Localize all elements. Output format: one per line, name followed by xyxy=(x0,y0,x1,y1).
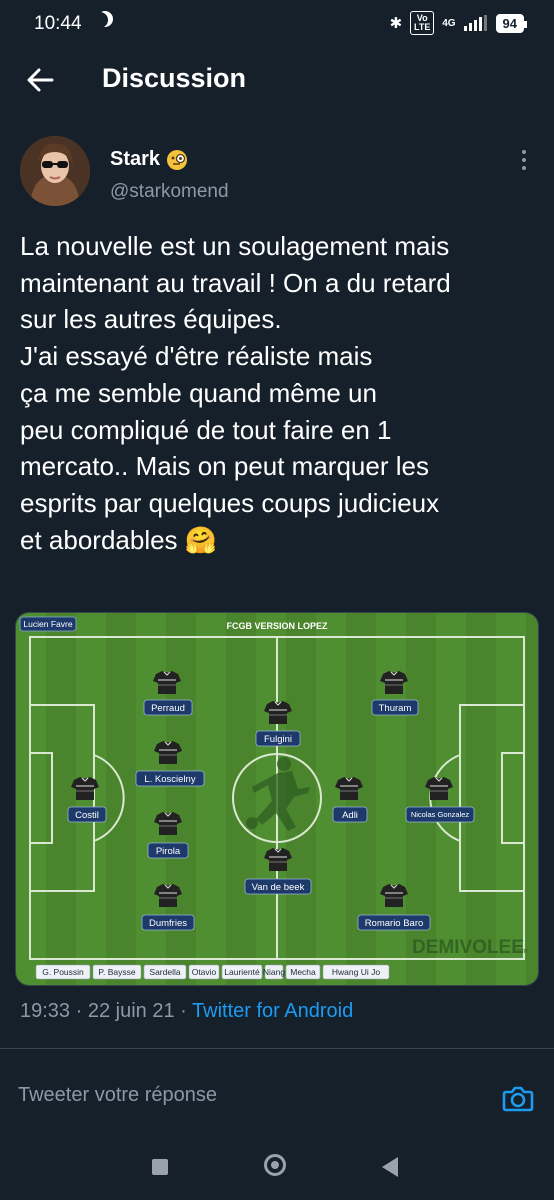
home-button[interactable] xyxy=(264,1154,286,1176)
svg-text:L. Koscielny: L. Koscielny xyxy=(144,774,195,785)
monocle-face-icon xyxy=(167,149,188,170)
status-icons: ✱ Vo LTE 4G 94 xyxy=(389,11,528,35)
display-name[interactable]: Stark xyxy=(110,148,188,171)
bench-player-label: Otavio xyxy=(192,967,217,977)
top-bar: Discussion xyxy=(0,50,554,110)
bench-player-label: Hwang Ui Jo xyxy=(332,967,380,977)
more-options-icon[interactable] xyxy=(518,150,530,174)
back-arrow-icon[interactable] xyxy=(22,62,58,98)
volte-icon: Vo LTE xyxy=(410,11,435,35)
watermark-small-text: .com xyxy=(512,948,527,955)
svg-text:Perraud: Perraud xyxy=(151,703,185,714)
bench-player-label: G. Poussin xyxy=(42,967,84,977)
camera-icon[interactable] xyxy=(500,1080,536,1116)
tweet-header: Stark @starkomend xyxy=(20,136,534,206)
bench-player: P. Baysse xyxy=(92,964,142,980)
network-label: 4G xyxy=(442,17,456,29)
svg-text:Nicolas Gonzalez: Nicolas Gonzalez xyxy=(411,810,470,819)
status-time: 10:44 xyxy=(34,13,82,34)
bench-player: G. Poussin xyxy=(35,964,91,980)
do-not-disturb-icon xyxy=(92,12,108,28)
system-back-button[interactable] xyxy=(382,1157,398,1177)
bluetooth-icon: ✱ xyxy=(389,15,403,32)
battery-icon: 94 xyxy=(495,13,528,33)
svg-text:Dumfries: Dumfries xyxy=(149,918,187,929)
bench-player-label: Sardella xyxy=(149,967,180,977)
status-bar: 10:44 ✱ Vo LTE 4G 94 xyxy=(0,0,554,50)
bench-player-label: Laurienté xyxy=(224,967,260,977)
football-pitch: Lucien Favre FCGB VERSION LOPEZ Perraud … xyxy=(16,613,538,985)
bench-player: Sardella xyxy=(143,964,187,980)
tweet-date: 22 juin 21 xyxy=(87,1000,175,1022)
watermark-text: DEMIVOLEE xyxy=(412,937,524,958)
svg-text:Adli: Adli xyxy=(342,810,358,821)
svg-text:Fulgini: Fulgini xyxy=(264,734,292,745)
display-name-text: Stark xyxy=(110,148,161,170)
bench-player: Hwang Ui Jo xyxy=(322,964,390,980)
reply-input[interactable]: Tweeter votre réponse xyxy=(18,1084,217,1107)
signal-icon xyxy=(463,15,487,31)
tweet-text: La nouvelle est un soulagement mais main… xyxy=(20,231,451,555)
bench-row: G. Poussin P. Baysse Sardella Otavio Laurien… xyxy=(35,964,390,980)
avatar[interactable] xyxy=(20,136,90,206)
divider xyxy=(0,1048,554,1049)
tweet-time: 19:33 xyxy=(20,1000,71,1022)
tweet-source-link[interactable]: Twitter for Android xyxy=(192,1000,353,1022)
bench-player: Laurienté xyxy=(221,964,263,980)
lineup-title: FCGB VERSION LOPEZ xyxy=(226,621,328,631)
tweet-metadata: 19:33 · 22 juin 21 · Twitter for Android xyxy=(20,1000,354,1022)
svg-text:Thuram: Thuram xyxy=(379,703,412,714)
bench-player: Niang xyxy=(263,964,285,980)
recent-apps-button[interactable] xyxy=(152,1159,168,1175)
tweet-image-lineup[interactable]: Lucien Favre FCGB VERSION LOPEZ Perraud … xyxy=(15,612,539,986)
svg-text:Costil: Costil xyxy=(75,810,99,821)
svg-text:Pirola: Pirola xyxy=(156,846,181,857)
bench-player: Mecha xyxy=(285,964,321,980)
system-nav-bar xyxy=(0,1140,554,1200)
reply-bar: Tweeter votre réponse xyxy=(0,1070,554,1126)
svg-text:Romario Baro: Romario Baro xyxy=(365,918,424,929)
coach-label: Lucien Favre xyxy=(23,619,72,629)
bench-player-label: Niang xyxy=(263,967,285,977)
bench-player: Otavio xyxy=(188,964,220,980)
bench-player-label: Mecha xyxy=(290,967,316,977)
username-handle[interactable]: @starkomend xyxy=(110,181,229,203)
bench-player-label: P. Baysse xyxy=(98,967,135,977)
page-title: Discussion xyxy=(102,63,247,93)
svg-text:Van de beek: Van de beek xyxy=(252,882,305,893)
